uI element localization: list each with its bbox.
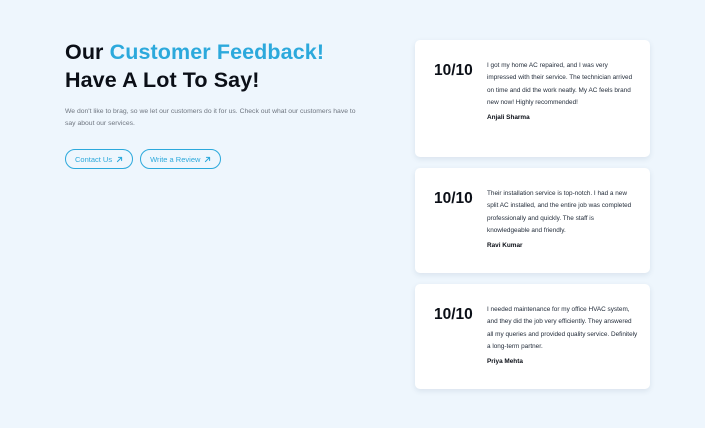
testimonial-list: 10/10 I got my home AC repaired, and I w…	[415, 40, 650, 400]
review-text: I got my home AC repaired, and I was ver…	[487, 62, 633, 107]
review-text: I needed maintenance for my office HVAC …	[487, 306, 638, 351]
contact-us-label: Contact Us	[75, 154, 113, 164]
reviewer-name: Priya Mehta	[487, 357, 523, 365]
reviewer-name: Anjali Sharma	[487, 113, 530, 121]
section-description: We don't like to brag, so we let our cus…	[65, 108, 356, 127]
review-text: Their installation service is top-notch.…	[487, 190, 632, 235]
write-review-label: Write a Review	[150, 154, 201, 164]
rating-score: 10/10	[434, 62, 473, 79]
feedback-intro: Our Customer Feedback! Have A Lot To Say…	[65, 38, 365, 169]
reviewer-name: Ravi Kumar	[487, 241, 523, 249]
title-line2: Have A Lot To Say!	[65, 68, 260, 92]
write-review-button[interactable]: Write a Review	[140, 149, 222, 169]
arrow-up-right-icon	[116, 156, 123, 162]
rating-score: 10/10	[434, 306, 473, 323]
testimonial-card: 10/10 I needed maintenance for my office…	[415, 284, 650, 389]
action-buttons: Contact Us Write a Review	[65, 149, 365, 169]
testimonial-card: 10/10 I got my home AC repaired, and I w…	[415, 40, 650, 157]
rating-score: 10/10	[434, 190, 473, 207]
title-accent: Customer Feedback!	[109, 40, 325, 64]
arrow-up-right-icon	[205, 156, 211, 162]
title-prefix: Our	[65, 40, 104, 64]
contact-us-button[interactable]: Contact Us	[65, 149, 134, 169]
testimonial-card: 10/10 Their installation service is top-…	[415, 168, 650, 273]
section-title: Our Customer Feedback! Have A Lot To Say…	[65, 38, 365, 94]
